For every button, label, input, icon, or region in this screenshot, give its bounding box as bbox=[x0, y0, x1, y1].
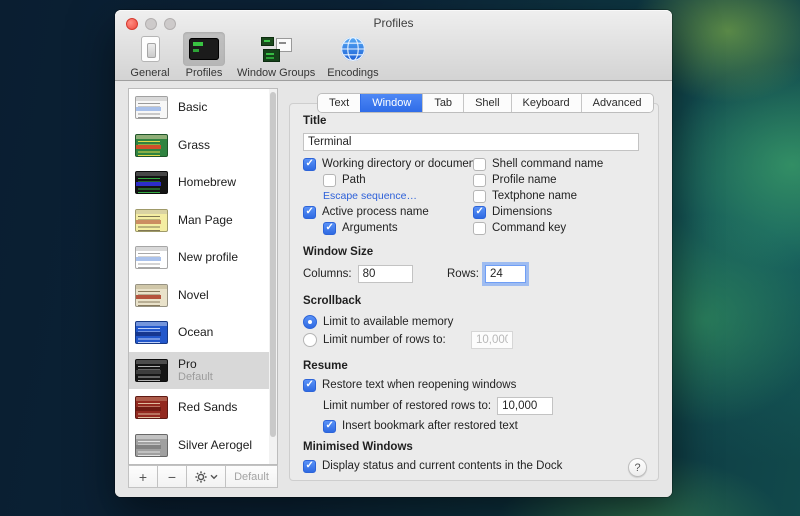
terminal-preferences-window: Profiles General Profiles Window Groups bbox=[115, 10, 672, 497]
restored-rows-input[interactable] bbox=[497, 397, 553, 415]
checkbox-box bbox=[303, 379, 316, 392]
profile-row-pro[interactable]: Pro Default bbox=[129, 352, 277, 390]
scrollbar-thumb[interactable] bbox=[270, 92, 276, 437]
checkbox-box bbox=[323, 174, 336, 187]
checkbox-box bbox=[303, 158, 316, 171]
tab-keyboard[interactable]: Keyboard bbox=[511, 94, 581, 112]
profile-list: Basic Grass Homebrew Man Page New profil… bbox=[128, 88, 278, 465]
title-section-header: Title bbox=[303, 115, 326, 127]
window-tab-panel: Title Working directory or document Path… bbox=[289, 103, 659, 481]
profile-row-red-sands[interactable]: Red Sands bbox=[129, 389, 277, 427]
globe-icon bbox=[340, 36, 366, 62]
checkbox-box bbox=[303, 206, 316, 219]
gear-menu-button[interactable] bbox=[186, 465, 226, 488]
preferences-toolbar: General Profiles Window Groups bbox=[125, 32, 383, 79]
profile-tabs: Text Window Tab Shell Keyboard Advanced bbox=[318, 94, 653, 112]
restored-rows-label: Limit number of restored rows to: bbox=[323, 400, 491, 412]
rows-input[interactable] bbox=[485, 265, 526, 283]
profile-thumbnail bbox=[135, 396, 168, 419]
profile-thumbnail bbox=[135, 434, 168, 457]
tab-text[interactable]: Text bbox=[318, 94, 360, 112]
scrollback-header: Scrollback bbox=[303, 295, 361, 307]
window-title: Profiles bbox=[115, 16, 672, 30]
profile-thumbnail bbox=[135, 209, 168, 232]
checkbox-insert-bookmark[interactable]: Insert bookmark after restored text bbox=[323, 418, 518, 434]
checkbox-box bbox=[473, 158, 486, 171]
checkbox-arguments[interactable]: Arguments bbox=[323, 220, 398, 236]
add-profile-button[interactable]: + bbox=[128, 465, 158, 488]
toolbar-item-general[interactable]: General bbox=[125, 32, 175, 79]
resume-header: Resume bbox=[303, 360, 348, 372]
scrollback-rows-input[interactable] bbox=[471, 331, 513, 349]
checkbox-box bbox=[473, 190, 486, 203]
radio-limit-rows[interactable]: Limit number of rows to: bbox=[303, 332, 446, 348]
radio-button bbox=[303, 315, 317, 329]
checkbox-box bbox=[323, 222, 336, 235]
terminal-icon bbox=[189, 38, 219, 60]
toolbar-item-encodings[interactable]: Encodings bbox=[323, 32, 382, 79]
default-badge: Default bbox=[178, 371, 213, 383]
profile-thumbnail bbox=[135, 284, 168, 307]
window-groups-icon bbox=[260, 37, 292, 62]
toolbar-item-window-groups[interactable]: Window Groups bbox=[233, 32, 319, 79]
tab-window[interactable]: Window bbox=[360, 94, 422, 112]
escape-sequence-link[interactable]: Escape sequence… bbox=[323, 190, 417, 202]
profile-row-silver-aerogel[interactable]: Silver Aerogel bbox=[129, 427, 277, 465]
toolbar-item-profiles[interactable]: Profiles bbox=[179, 32, 229, 79]
profile-row-novel[interactable]: Novel bbox=[129, 277, 277, 315]
rows-label: Rows: bbox=[447, 268, 479, 280]
checkbox-box bbox=[323, 420, 336, 433]
profile-row-grass[interactable]: Grass bbox=[129, 127, 277, 165]
checkbox-shell-command-name[interactable]: Shell command name bbox=[473, 156, 603, 172]
profile-row-man-page[interactable]: Man Page bbox=[129, 202, 277, 240]
tab-tab[interactable]: Tab bbox=[422, 94, 463, 112]
checkbox-command-key[interactable]: Command key bbox=[473, 220, 566, 236]
title-input[interactable] bbox=[303, 133, 639, 151]
checkbox-working-directory[interactable]: Working directory or document bbox=[303, 156, 478, 172]
titlebar: Profiles General Profiles Window Groups bbox=[115, 10, 672, 81]
light-switch-icon bbox=[141, 36, 160, 62]
checkbox-box bbox=[303, 460, 316, 473]
profile-thumbnail bbox=[135, 321, 168, 344]
profile-thumbnail bbox=[135, 246, 168, 269]
checkbox-box bbox=[473, 222, 486, 235]
profile-thumbnail bbox=[135, 359, 168, 382]
checkbox-box bbox=[473, 174, 486, 187]
checkbox-box bbox=[473, 206, 486, 219]
profile-row-ocean[interactable]: Ocean bbox=[129, 314, 277, 352]
desktop-background: Profiles General Profiles Window Groups bbox=[0, 0, 800, 516]
profile-row-basic[interactable]: Basic bbox=[129, 89, 277, 127]
columns-input[interactable] bbox=[358, 265, 413, 283]
window-size-header: Window Size bbox=[303, 246, 373, 258]
gear-icon bbox=[195, 471, 207, 483]
checkbox-textphone-name[interactable]: Textphone name bbox=[473, 188, 577, 204]
radio-limit-available-memory[interactable]: Limit to available memory bbox=[303, 314, 453, 330]
profile-thumbnail bbox=[135, 134, 168, 157]
tab-advanced[interactable]: Advanced bbox=[581, 94, 653, 112]
checkbox-profile-name[interactable]: Profile name bbox=[473, 172, 557, 188]
help-button[interactable]: ? bbox=[628, 458, 647, 477]
checkbox-display-status-dock[interactable]: Display status and current contents in t… bbox=[303, 458, 562, 474]
checkbox-dimensions[interactable]: Dimensions bbox=[473, 204, 552, 220]
checkbox-path[interactable]: Path bbox=[323, 172, 366, 188]
checkbox-restore-text[interactable]: Restore text when reopening windows bbox=[303, 377, 516, 393]
profile-list-actions: + − Default bbox=[128, 465, 278, 488]
profile-row-new-profile[interactable]: New profile bbox=[129, 239, 277, 277]
minimised-windows-header: Minimised Windows bbox=[303, 441, 413, 453]
scrollbar-track bbox=[269, 89, 277, 464]
profile-thumbnail bbox=[135, 96, 168, 119]
chevron-down-icon bbox=[210, 474, 218, 480]
radio-button bbox=[303, 333, 317, 347]
remove-profile-button[interactable]: − bbox=[157, 465, 187, 488]
checkbox-active-process-name[interactable]: Active process name bbox=[303, 204, 429, 220]
set-default-button[interactable]: Default bbox=[225, 465, 278, 488]
profile-thumbnail bbox=[135, 171, 168, 194]
profile-row-homebrew[interactable]: Homebrew bbox=[129, 164, 277, 202]
tab-shell[interactable]: Shell bbox=[463, 94, 510, 112]
columns-label: Columns: bbox=[303, 268, 352, 280]
